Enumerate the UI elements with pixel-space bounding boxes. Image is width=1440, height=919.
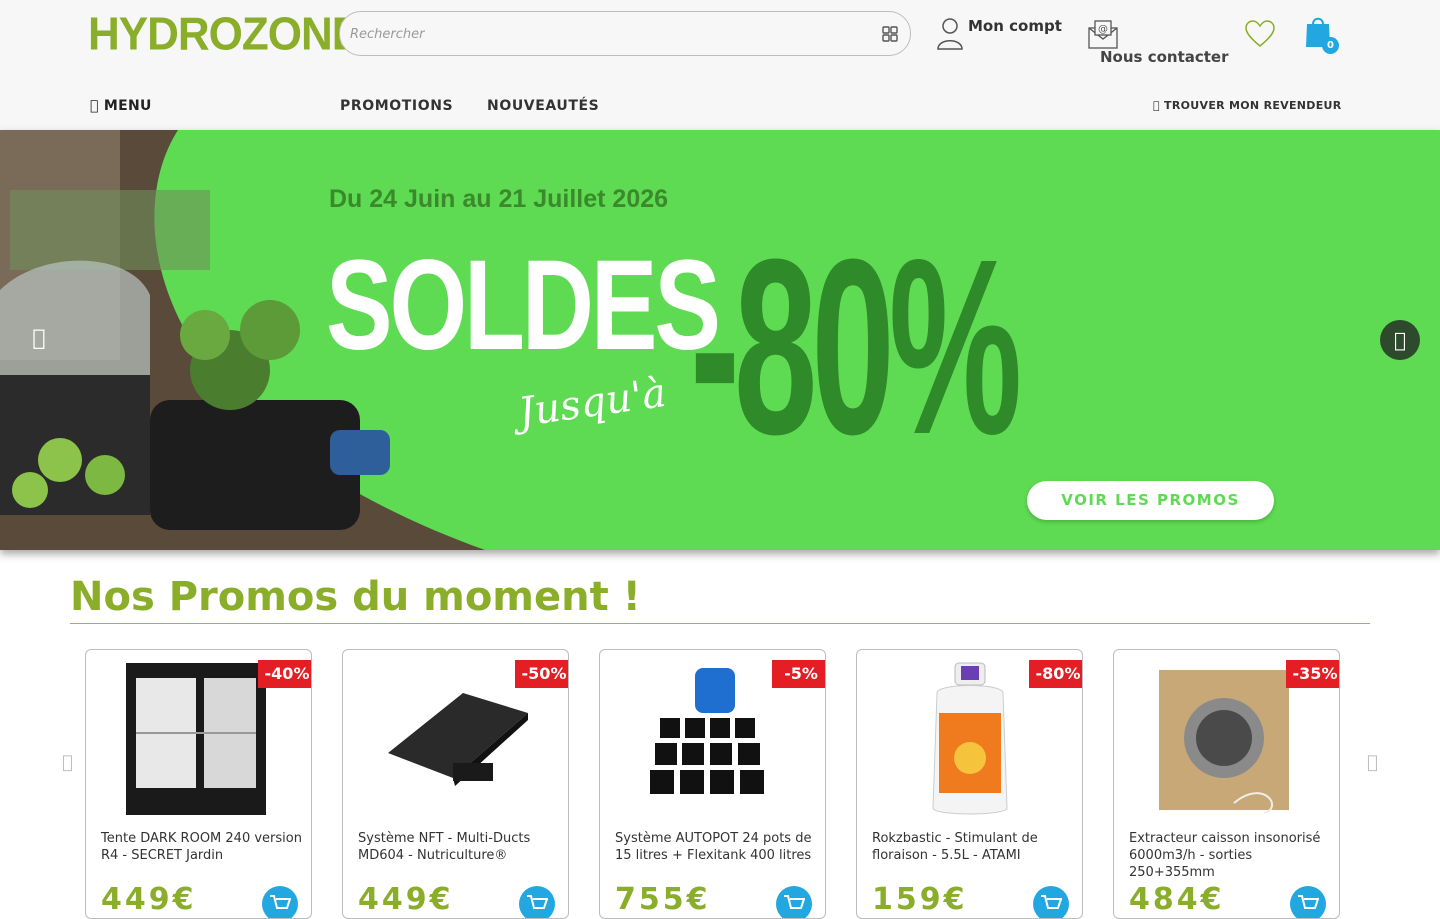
cart-icon bbox=[784, 895, 805, 909]
discount-badge: -5% bbox=[772, 660, 825, 688]
sale-headline: SOLDES bbox=[326, 234, 721, 377]
site-logo[interactable]: HYDROZONE bbox=[88, 9, 361, 62]
nav-promotions[interactable]: PROMOTIONS bbox=[340, 98, 453, 114]
product-title[interactable]: Rokzbastic - Stimulant de floraison - 5.… bbox=[872, 830, 1082, 864]
account-label: Mon compt bbox=[968, 17, 1062, 35]
section-divider bbox=[70, 623, 1370, 624]
hero-banner[interactable]: Du 24 Juin au 21 Juillet 2026 -80% SOLDE… bbox=[0, 130, 1440, 550]
menu-label: MENU bbox=[90, 98, 151, 114]
hero-prev-arrow-icon[interactable]:  bbox=[20, 320, 58, 358]
carousel-next-icon[interactable]:  bbox=[1367, 752, 1378, 773]
header: HYDROZONE Mon compt @ Nous contacter bbox=[0, 0, 1440, 130]
cart-icon bbox=[270, 895, 291, 909]
search-input[interactable] bbox=[350, 22, 850, 46]
nav-nouveautes[interactable]: NOUVEAUTÉS bbox=[487, 98, 599, 114]
discount-badge: -50% bbox=[515, 660, 568, 688]
menu-icon:  bbox=[90, 98, 99, 114]
add-to-cart-button[interactable] bbox=[776, 886, 812, 918]
find-dealer-label: TROUVER MON REVENDEUR bbox=[1153, 99, 1341, 112]
cart-icon bbox=[1041, 895, 1062, 909]
product-title[interactable]: Système NFT - Multi-Ducts MD604 - Nutric… bbox=[358, 830, 568, 864]
add-to-cart-button[interactable] bbox=[262, 886, 298, 918]
location-icon:  bbox=[1153, 99, 1160, 112]
add-to-cart-button[interactable] bbox=[1033, 886, 1069, 918]
hero-next-arrow-icon[interactable]:  bbox=[1380, 320, 1420, 360]
cart-icon bbox=[527, 895, 548, 909]
find-dealer-link[interactable]:  TROUVER MON REVENDEUR bbox=[1153, 99, 1342, 112]
mail-icon: @ bbox=[1088, 20, 1118, 49]
user-icon bbox=[937, 18, 963, 50]
product-card[interactable]: -40% Tente DARK ROOM 240 version R4 - SE… bbox=[85, 649, 312, 919]
cart-count-badge: 0 bbox=[1322, 37, 1339, 54]
add-to-cart-button[interactable] bbox=[519, 886, 555, 918]
promo-dates: Du 24 Juin au 21 Juillet 2026 bbox=[329, 185, 669, 213]
discount-text: -80% bbox=[690, 207, 1022, 486]
discount-badge: -40% bbox=[258, 660, 311, 688]
product-card[interactable]: -50% Système NFT - Multi-Ducts MD604 - N… bbox=[342, 649, 569, 919]
svg-text:@: @ bbox=[1098, 24, 1108, 35]
heart-icon[interactable] bbox=[1245, 20, 1275, 48]
product-title[interactable]: Extracteur caisson insonorisé 6000m3/h -… bbox=[1129, 830, 1339, 881]
carousel-prev-icon[interactable]:  bbox=[62, 752, 73, 773]
search-bar[interactable] bbox=[339, 11, 911, 56]
cart-icon bbox=[1298, 895, 1319, 909]
grid-icon[interactable] bbox=[882, 26, 898, 42]
discount-badge: -80% bbox=[1029, 660, 1082, 688]
product-title[interactable]: Système AUTOPOT 24 pots de 15 litres + F… bbox=[615, 830, 825, 864]
product-card[interactable]: -35% Extracteur caisson insonorisé 6000m… bbox=[1113, 649, 1340, 919]
discount-badge: -35% bbox=[1286, 660, 1339, 688]
view-promos-button[interactable]: VOIR LES PROMOS bbox=[1027, 481, 1274, 520]
contact-label: Nous contacter bbox=[1100, 48, 1229, 66]
product-title[interactable]: Tente DARK ROOM 240 version R4 - SECRET … bbox=[101, 830, 311, 864]
add-to-cart-button[interactable] bbox=[1290, 886, 1326, 918]
product-card[interactable]: -80% Rokzbastic - Stimulant de floraison… bbox=[856, 649, 1083, 919]
menu-button[interactable]:  MENU bbox=[90, 98, 152, 114]
product-card[interactable]: -5% Système AUTOPOT 24 pots de 15 litres… bbox=[599, 649, 826, 919]
contact-link[interactable]: @ Nous contacter bbox=[1088, 20, 1229, 66]
promos-section-title: Nos Promos du moment ! bbox=[70, 574, 641, 620]
account-link[interactable]: Mon compt bbox=[936, 16, 1062, 50]
